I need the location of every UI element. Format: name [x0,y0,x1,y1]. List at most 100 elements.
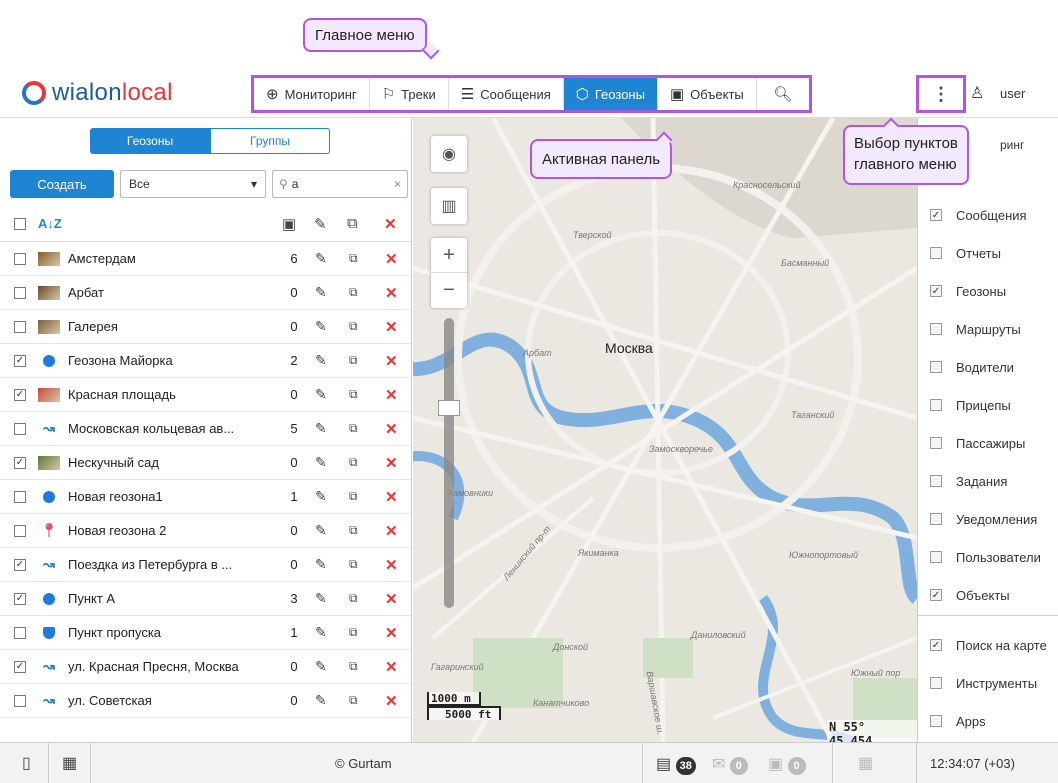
copy-icon[interactable]: ⧉ [349,591,358,606]
edit-icon[interactable]: ✎ [315,624,327,641]
menu-option-checkbox[interactable] [930,513,942,525]
menu-units[interactable]: ▣ Объекты [658,78,757,110]
row-checkbox[interactable] [14,490,26,503]
geofence-name[interactable]: Новая геозона 2 [68,523,264,538]
row-checkbox[interactable] [14,422,26,435]
select-all-checkbox[interactable] [14,217,26,230]
row-checkbox[interactable]: ✓ [14,558,26,571]
row-checkbox[interactable] [14,694,26,707]
user-icon[interactable]: ♙ [970,83,984,103]
menu-option-checkbox[interactable] [930,475,942,487]
menu-geofences[interactable]: ⬡ Геозоны [563,78,658,110]
table-row[interactable]: Амстердам 6 ✎ ⧉ ✕ [0,242,411,276]
delete-icon[interactable]: ✕ [385,318,398,336]
edit-icon[interactable]: ✎ [315,250,327,267]
table-icon[interactable]: ▦ [858,753,873,773]
map-layers-button[interactable]: ▥ [431,188,467,224]
search-input[interactable]: ⚲ а × [272,170,408,198]
menu-monitoring[interactable]: ⊕ Мониторинг [254,78,370,110]
map[interactable]: Тверской Басманный Красносельский Арбат … [413,118,917,742]
edit-icon[interactable]: ✎ [315,590,327,607]
menu-option-checkbox[interactable] [930,361,942,373]
create-button[interactable]: Создать [10,170,114,198]
menu-option[interactable]: Водители [918,348,1058,386]
menu-option-checkbox[interactable]: ✓ [930,639,942,651]
zoom-slider-handle[interactable] [438,400,460,416]
delete-icon[interactable]: ✕ [385,658,398,676]
edit-icon[interactable]: ✎ [315,692,327,709]
menu-search-button[interactable]: 🔍︎ [757,78,809,110]
copy-icon[interactable]: ⧉ [349,319,358,334]
delete-icon[interactable]: ✕ [385,556,398,574]
copy-icon[interactable]: ⧉ [349,421,358,436]
delete-icon[interactable]: ✕ [385,692,398,710]
delete-icon[interactable]: ✕ [385,352,398,370]
geofence-name[interactable]: ул. Красная Пресня, Москва [68,659,264,674]
table-row[interactable]: ↝ Московская кольцевая ав... 5 ✎ ⧉ ✕ [0,412,411,446]
menu-option[interactable]: Apps [918,702,1058,740]
table-row[interactable]: ✓ ↝ ул. Красная Пресня, Москва 0 ✎ ⧉ ✕ [0,650,411,684]
clear-icon[interactable]: × [394,177,401,191]
menu-option[interactable]: ✓ Геозоны [918,272,1058,310]
filter-select[interactable]: Все ▾ [120,170,266,198]
geofence-name[interactable]: Амстердам [68,251,264,266]
menu-option-checkbox[interactable] [930,551,942,563]
menu-option-checkbox[interactable] [930,323,942,335]
row-checkbox[interactable] [14,252,26,265]
row-checkbox[interactable] [14,286,26,299]
user-name[interactable]: user [1000,86,1025,101]
menu-option[interactable]: Отчеты [918,234,1058,272]
menu-messages[interactable]: ☰ Сообщения [449,78,564,110]
geofence-name[interactable]: Пункт А [68,591,264,606]
row-checkbox[interactable]: ✓ [14,592,26,605]
menu-option-checkbox[interactable]: ✓ [930,285,942,297]
geofence-name[interactable]: Новая геозона1 [68,489,264,504]
menu-option-checkbox[interactable] [930,437,942,449]
delete-icon[interactable]: ✕ [385,420,398,438]
geofence-name[interactable]: Красная площадь [68,387,264,402]
row-checkbox[interactable]: ✓ [14,456,26,469]
delete-icon[interactable]: ✕ [385,386,398,404]
table-row[interactable]: Пункт пропуска 1 ✎ ⧉ ✕ [0,616,411,650]
panel-toggle-icon[interactable]: ▯ [22,753,31,773]
more-menu-button[interactable]: ⋮ [916,75,966,113]
zoom-out-button[interactable]: − [431,273,467,308]
edit-icon[interactable]: ✎ [315,556,327,573]
menu-option-checkbox[interactable]: ✓ [930,589,942,601]
edit-icon[interactable]: ✎ [315,488,327,505]
delete-icon[interactable]: ✕ [385,284,398,302]
edit-icon[interactable]: ✎ [315,522,327,539]
table-row[interactable]: ✓ ↝ Поездка из Петербурга в ... 0 ✎ ⧉ ✕ [0,548,411,582]
events-counter[interactable]: ✉ 0 [712,754,748,775]
menu-option-checkbox[interactable] [930,399,942,411]
edit-icon[interactable]: ✎ [315,318,327,335]
geofence-name[interactable]: Пункт пропуска [68,625,264,640]
delete-icon[interactable]: ✕ [385,454,398,472]
menu-option[interactable]: ✓ Объекты [918,576,1058,614]
table-row[interactable]: ✓ Пункт А 3 ✎ ⧉ ✕ [0,582,411,616]
table-row[interactable]: 📍︎ Новая геозона 2 0 ✎ ⧉ ✕ [0,514,411,548]
copy-icon[interactable]: ⧉ [349,455,358,470]
tab-groups[interactable]: Группы [210,128,330,154]
menu-option[interactable]: Прицепы [918,386,1058,424]
table-row[interactable]: ✓ Нескучный сад 0 ✎ ⧉ ✕ [0,446,411,480]
row-checkbox[interactable] [14,524,26,537]
geofence-name[interactable]: Геозона Майорка [68,353,264,368]
menu-option[interactable]: Уведомления [918,500,1058,538]
geofence-name[interactable]: Нескучный сад [68,455,264,470]
table-row[interactable]: ↝ ул. Советская 0 ✎ ⧉ ✕ [0,684,411,718]
delete-icon[interactable]: ✕ [385,590,398,608]
copy-icon[interactable]: ⧉ [349,387,358,402]
copy-icon[interactable]: ⧉ [349,523,358,538]
menu-option[interactable]: Маршруты [918,310,1058,348]
menu-option-checkbox[interactable] [930,677,942,689]
row-checkbox[interactable] [14,320,26,333]
geofence-name[interactable]: Поездка из Петербурга в ... [68,557,264,572]
copy-icon[interactable]: ⧉ [349,693,358,708]
menu-option-checkbox[interactable] [930,247,942,259]
map-visibility-button[interactable]: ◉ [431,136,467,172]
table-row[interactable]: ✓ Красная площадь 0 ✎ ⧉ ✕ [0,378,411,412]
tab-geofences[interactable]: Геозоны [90,128,210,154]
copy-icon[interactable]: ⧉ [349,251,358,266]
edit-icon[interactable]: ✎ [315,284,327,301]
